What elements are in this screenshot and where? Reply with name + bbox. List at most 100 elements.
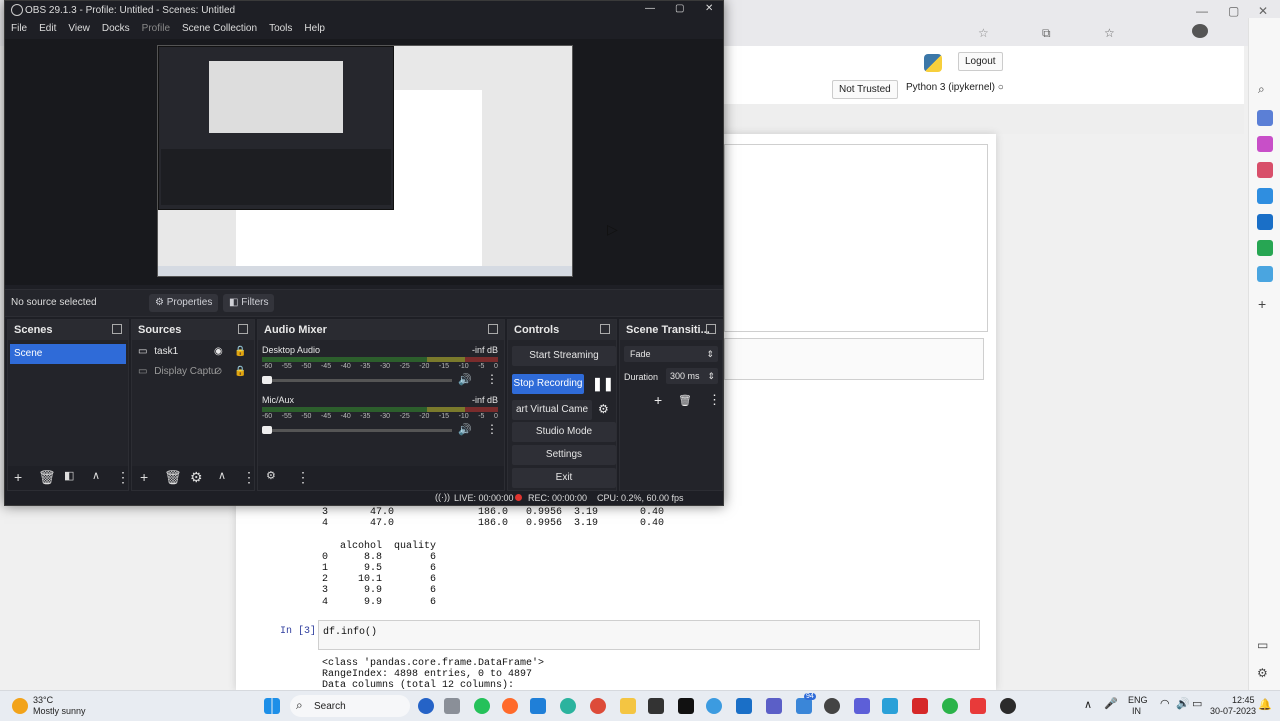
app-icon[interactable] <box>648 698 664 714</box>
undock-icon[interactable] <box>600 324 610 334</box>
menu-file[interactable]: File <box>5 19 33 38</box>
stop-recording-button[interactable]: Stop Recording <box>512 374 584 394</box>
menu-scene-collection[interactable]: Scene Collection <box>176 19 263 38</box>
app-icon[interactable] <box>970 698 986 714</box>
source-item[interactable]: ▭ Display Captu ⊘ 🔒 <box>138 366 250 382</box>
office-icon[interactable] <box>1257 188 1273 204</box>
app-icon[interactable] <box>706 698 722 714</box>
menu-profile[interactable]: Profile <box>136 19 176 38</box>
maximize-icon[interactable]: ▢ <box>675 3 684 14</box>
more-icon[interactable]: ⋮ <box>486 372 498 386</box>
trash-icon[interactable]: 🗑 <box>678 394 692 407</box>
code-cell[interactable]: df.info() <box>318 620 980 650</box>
windows-start-icon[interactable] <box>264 698 280 714</box>
speaker-icon[interactable]: 🔊 <box>458 373 472 386</box>
eye-icon[interactable]: ◉ <box>214 346 223 357</box>
filter-icon[interactable]: ◧ <box>64 469 74 482</box>
properties-button[interactable]: ⚙ Properties <box>149 294 219 312</box>
notification-icon[interactable]: 🔔 <box>1258 698 1272 711</box>
more-icon[interactable]: ⋮ <box>116 469 130 486</box>
battery-icon[interactable]: ▭ <box>1192 697 1202 710</box>
microphone-icon[interactable]: 🎤 <box>1104 697 1118 710</box>
split-screen-icon[interactable]: ▭ <box>1257 638 1268 652</box>
filters-button[interactable]: ◧ Filters <box>223 294 275 312</box>
volume-icon[interactable]: 🔊 <box>1176 697 1190 710</box>
trust-indicator[interactable]: Not Trusted <box>832 80 898 99</box>
extensions-icon[interactable]: ⧉ <box>1042 26 1051 41</box>
clock-date[interactable]: 30-07-2023 <box>1210 706 1256 716</box>
search-icon[interactable]: ⌕ <box>1258 82 1265 97</box>
app-icon[interactable] <box>942 698 958 714</box>
menu-tools[interactable]: Tools <box>263 19 298 38</box>
add-icon[interactable]: + <box>140 469 148 485</box>
gear-icon[interactable]: ⚙ <box>598 402 609 416</box>
duration-stepper[interactable]: 300 ms ⇕ <box>666 368 718 384</box>
undock-icon[interactable] <box>488 324 498 334</box>
eye-hidden-icon[interactable]: ⊘ <box>214 366 222 377</box>
app-icon[interactable] <box>854 698 870 714</box>
undock-icon[interactable] <box>238 324 248 334</box>
edge-icon[interactable] <box>560 698 576 714</box>
kernel-name[interactable]: Python 3 (ipykernel) ○ <box>906 82 1004 93</box>
shopping-icon[interactable] <box>1257 110 1273 126</box>
source-item[interactable]: ▭ task1 ◉ 🔒 <box>138 346 250 362</box>
task-view-icon[interactable] <box>444 698 460 714</box>
settings-icon[interactable]: ⚙ <box>1257 666 1268 680</box>
chevron-up-icon[interactable]: ∧ <box>218 469 226 482</box>
more-icon[interactable]: ⋮ <box>708 392 721 408</box>
speaker-icon[interactable]: 🔊 <box>458 423 472 436</box>
volume-slider[interactable] <box>262 426 452 434</box>
language-code[interactable]: ENG <box>1128 695 1148 705</box>
slider-handle[interactable] <box>262 426 272 434</box>
file-explorer-icon[interactable] <box>620 698 636 714</box>
gear-icon[interactable]: ⚙ <box>190 469 203 486</box>
obs-preview-canvas[interactable]: ▷ <box>5 39 723 285</box>
menu-edit[interactable]: Edit <box>33 19 62 38</box>
advanced-audio-icon[interactable]: ⚙ <box>266 469 276 482</box>
weather-icon[interactable] <box>12 698 28 714</box>
notion-icon[interactable] <box>678 698 694 714</box>
vscode-icon[interactable] <box>530 698 546 714</box>
teams-icon[interactable] <box>766 698 782 714</box>
clock-time[interactable]: 12:45 <box>1232 695 1255 705</box>
favorite-icon[interactable]: ☆ <box>978 26 989 40</box>
exit-button[interactable]: Exit <box>512 468 616 488</box>
app-icon[interactable] <box>824 698 840 714</box>
more-icon[interactable]: ⋮ <box>242 469 256 486</box>
whatsapp-icon[interactable] <box>474 698 490 714</box>
obs-icon[interactable] <box>1000 698 1016 714</box>
minimize-icon[interactable]: — <box>645 3 655 14</box>
tools-icon[interactable] <box>1257 136 1273 152</box>
undock-icon[interactable] <box>112 324 122 334</box>
more-icon[interactable]: ⋮ <box>296 469 310 486</box>
lock-icon[interactable]: 🔒 <box>234 346 246 357</box>
language-region[interactable]: IN <box>1132 706 1141 716</box>
telegram-icon[interactable] <box>1257 266 1273 282</box>
minimize-icon[interactable]: — <box>1196 4 1208 18</box>
trash-icon[interactable]: 🗑 <box>164 469 182 486</box>
chevron-up-icon[interactable]: ∧ <box>92 469 100 482</box>
menu-view[interactable]: View <box>62 19 96 38</box>
profile-icon[interactable] <box>1192 24 1208 38</box>
add-icon[interactable]: + <box>654 392 662 408</box>
lock-icon[interactable]: 🔒 <box>234 366 246 377</box>
more-icon[interactable]: ⋮ <box>486 422 498 436</box>
chrome-icon[interactable] <box>590 698 606 714</box>
menu-help[interactable]: Help <box>298 19 331 38</box>
trash-icon[interactable]: 🗑 <box>38 469 56 486</box>
add-icon[interactable]: + <box>14 469 22 485</box>
slider-handle[interactable] <box>262 376 272 384</box>
close-icon[interactable]: ✕ <box>1258 4 1268 18</box>
games-icon[interactable] <box>1257 162 1273 178</box>
drop-icon[interactable] <box>1257 240 1273 256</box>
outlook-icon[interactable] <box>736 698 752 714</box>
undock-icon[interactable] <box>706 324 716 334</box>
outlook-icon[interactable] <box>1257 214 1273 230</box>
firefox-icon[interactable] <box>502 698 518 714</box>
collections-icon[interactable]: ☆ <box>1104 26 1115 40</box>
bing-icon[interactable] <box>418 698 434 714</box>
wifi-icon[interactable]: ◠ <box>1160 697 1170 710</box>
chevron-up-icon[interactable]: ∧ <box>1084 698 1092 711</box>
studio-mode-button[interactable]: Studio Mode <box>512 422 616 442</box>
transition-select[interactable]: Fade ⇕ <box>624 346 718 362</box>
